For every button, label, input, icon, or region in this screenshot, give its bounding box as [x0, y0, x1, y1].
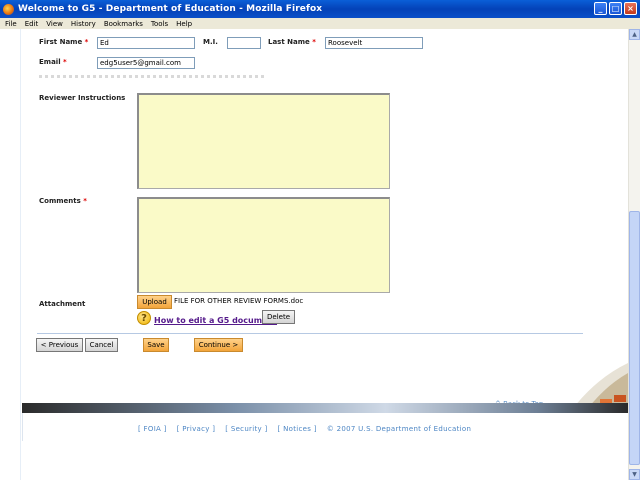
- attached-file-name: FILE FOR OTHER REVIEW FORMS.doc: [174, 297, 304, 305]
- minimize-button[interactable]: _: [594, 2, 607, 15]
- reviewer-instructions-textarea[interactable]: [137, 93, 390, 189]
- scroll-down-arrow[interactable]: ▼: [629, 469, 640, 480]
- menu-history[interactable]: History: [71, 20, 96, 28]
- comments-label-text: Comments: [39, 197, 81, 205]
- last-name-label: Last Name *: [268, 38, 316, 46]
- mi-input[interactable]: [227, 37, 261, 49]
- email-label: Email *: [39, 58, 67, 66]
- required-mark: *: [83, 197, 87, 205]
- save-button[interactable]: Save: [143, 338, 169, 352]
- last-name-input[interactable]: Roosevelt: [325, 37, 423, 49]
- page-edge: [20, 29, 21, 480]
- dotted-separator: [39, 75, 264, 78]
- scroll-up-arrow[interactable]: ▲: [629, 29, 640, 40]
- menu-edit[interactable]: Edit: [25, 20, 39, 28]
- menu-tools[interactable]: Tools: [151, 20, 168, 28]
- maximize-button[interactable]: □: [609, 2, 622, 15]
- required-mark: *: [84, 38, 89, 46]
- copyright-text: © 2007 U.S. Department of Education: [326, 425, 472, 433]
- footer-band: [22, 403, 628, 413]
- title-bar: Welcome to G5 - Department of Education …: [0, 0, 640, 18]
- page-content: First Name * Ed M.I. Last Name * Rooseve…: [0, 29, 628, 480]
- window-controls: _ □ ×: [594, 2, 637, 15]
- menu-bookmarks[interactable]: Bookmarks: [104, 20, 143, 28]
- cancel-button[interactable]: Cancel: [85, 338, 118, 352]
- scroll-thumb[interactable]: [629, 211, 640, 465]
- required-mark: *: [312, 38, 316, 46]
- footer-links: [ FOIA ] [ Privacy ] [ Security ] [ Noti…: [138, 425, 471, 433]
- vertical-scrollbar[interactable]: ▲ ▼: [628, 29, 640, 480]
- menu-view[interactable]: View: [46, 20, 63, 28]
- window-title: Welcome to G5 - Department of Education …: [18, 4, 323, 14]
- last-name-label-text: Last Name: [268, 38, 310, 46]
- mi-label: M.I.: [203, 38, 218, 46]
- delete-button[interactable]: Delete: [262, 310, 295, 324]
- comments-textarea[interactable]: [137, 197, 390, 293]
- menu-file[interactable]: File: [5, 20, 17, 28]
- footer-link-foia[interactable]: [ FOIA ]: [138, 425, 167, 433]
- close-button[interactable]: ×: [624, 2, 637, 15]
- reviewer-instructions-label: Reviewer Instructions: [39, 94, 126, 102]
- attachment-label: Attachment: [39, 300, 86, 308]
- footer-link-notices[interactable]: [ Notices ]: [278, 425, 317, 433]
- previous-button[interactable]: < Previous: [36, 338, 83, 352]
- help-link[interactable]: How to edit a G5 document: [154, 316, 277, 325]
- menu-help[interactable]: Help: [176, 20, 192, 28]
- email-input[interactable]: edg5user5@gmail.com: [97, 57, 195, 69]
- question-icon[interactable]: ?: [137, 311, 151, 325]
- required-mark: *: [63, 58, 67, 66]
- email-label-text: Email: [39, 58, 61, 66]
- comments-label: Comments *: [39, 197, 87, 205]
- first-name-label-text: First Name: [39, 38, 83, 46]
- continue-button[interactable]: Continue >: [194, 338, 243, 352]
- first-name-label: First Name *: [39, 38, 88, 46]
- footer-link-security[interactable]: [ Security ]: [225, 425, 267, 433]
- upload-button[interactable]: Upload: [137, 295, 172, 309]
- menu-bar: File Edit View History Bookmarks Tools H…: [0, 18, 640, 29]
- first-name-input[interactable]: Ed: [97, 37, 195, 49]
- section-divider: [37, 333, 583, 334]
- firefox-icon: [3, 3, 14, 15]
- footer-link-privacy[interactable]: [ Privacy ]: [177, 425, 216, 433]
